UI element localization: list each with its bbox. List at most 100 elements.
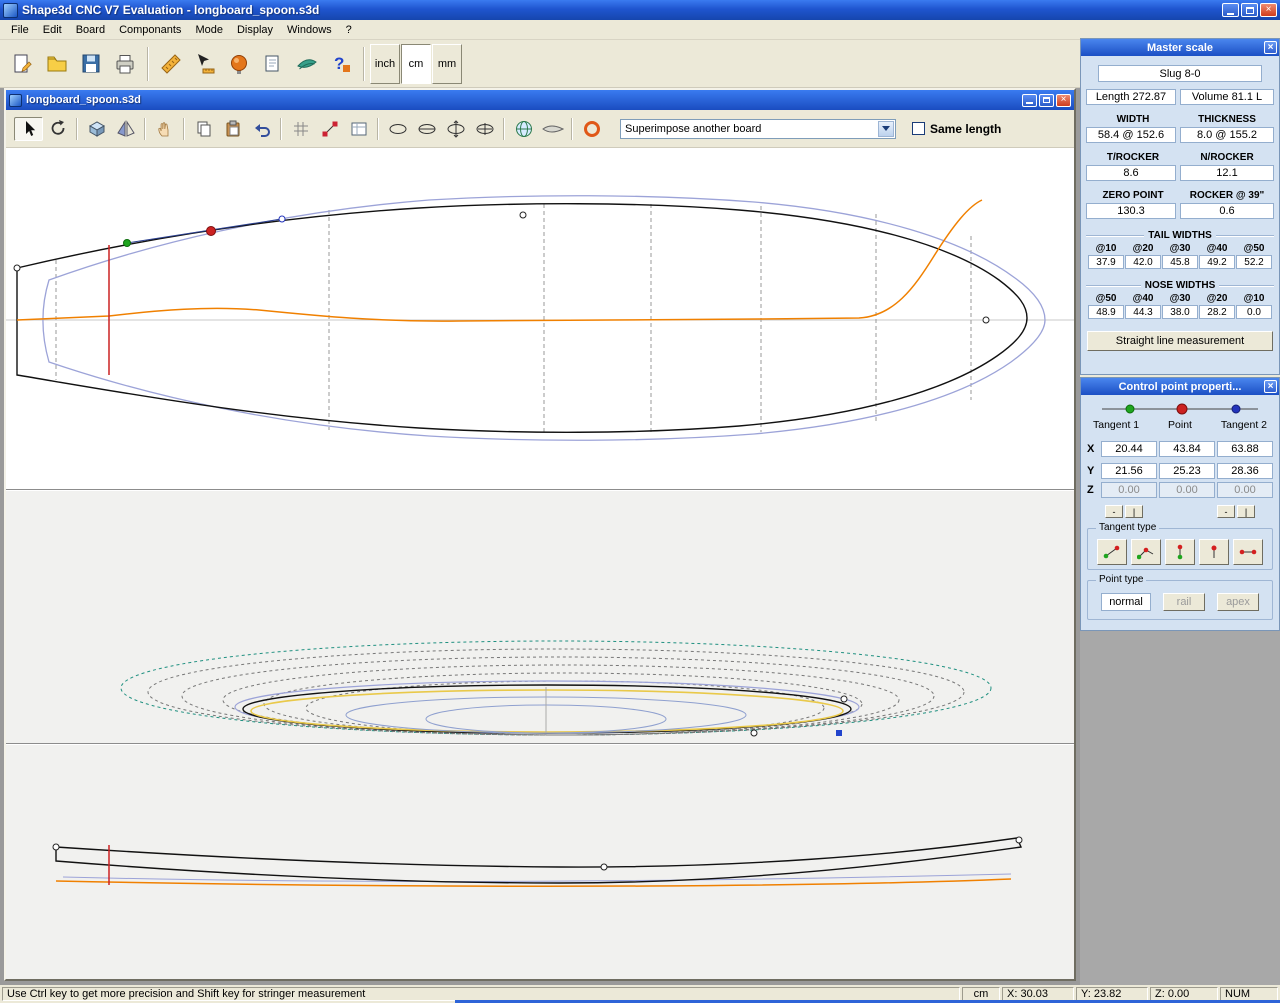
menu-board[interactable]: Board: [69, 22, 112, 38]
tail-width-cell[interactable]: 45.8: [1162, 255, 1198, 269]
pan-button[interactable]: [150, 117, 179, 141]
surface-button[interactable]: [290, 44, 324, 84]
combobox-dropdown-button[interactable]: [878, 121, 894, 137]
minimize-button[interactable]: [1222, 3, 1239, 17]
point-type-apex-button[interactable]: apex: [1217, 593, 1259, 611]
slice-control-point[interactable]: [751, 730, 757, 736]
title-bar[interactable]: Shape3d CNC V7 Evaluation - longboard_sp…: [0, 0, 1280, 20]
undo-button[interactable]: [247, 117, 276, 141]
master-scale-title-bar[interactable]: Master scale ×: [1081, 39, 1279, 56]
tangent1-handle[interactable]: [124, 240, 131, 247]
rotate-button[interactable]: [43, 117, 72, 141]
y-tangent2-field[interactable]: 28.36: [1217, 463, 1273, 479]
nose-width-cell[interactable]: 38.0: [1162, 305, 1198, 319]
profile-view[interactable]: [6, 745, 1074, 979]
profile-outline-curve[interactable]: [56, 838, 1021, 883]
guidelines-button[interactable]: [344, 117, 373, 141]
tangent1-minus-button[interactable]: -: [1105, 505, 1123, 518]
tangent-type-corner-button[interactable]: [1131, 539, 1161, 565]
menu-file[interactable]: File: [4, 22, 36, 38]
x-tangent2-field[interactable]: 63.88: [1217, 441, 1273, 457]
control-point-title-bar[interactable]: Control point properti... ×: [1081, 378, 1279, 395]
trocker-field[interactable]: 8.6: [1086, 165, 1176, 181]
control-point-close-button[interactable]: ×: [1264, 380, 1277, 393]
selected-control-point[interactable]: [207, 227, 216, 236]
profile-control-point[interactable]: [1016, 837, 1022, 843]
copy-view-button[interactable]: [256, 44, 290, 84]
close-button[interactable]: ×: [1260, 3, 1277, 17]
tail-width-cell[interactable]: 52.2: [1236, 255, 1272, 269]
selected-slice-point[interactable]: [836, 730, 842, 736]
paste-button[interactable]: [218, 117, 247, 141]
flip-button[interactable]: [111, 117, 140, 141]
tangent-type-vertical-button[interactable]: [1165, 539, 1195, 565]
menu-windows[interactable]: Windows: [280, 22, 339, 38]
nose-width-cell[interactable]: 0.0: [1236, 305, 1272, 319]
profile-view-canvas[interactable]: [6, 745, 1074, 979]
new-board-button[interactable]: [6, 44, 40, 84]
unit-mm-button[interactable]: mm: [432, 44, 462, 84]
maximize-button[interactable]: [1241, 3, 1258, 17]
control-point[interactable]: [14, 265, 20, 271]
slices-view-button[interactable]: [470, 117, 499, 141]
master-scale-close-button[interactable]: ×: [1264, 41, 1277, 54]
ruler-button[interactable]: [154, 44, 188, 84]
grid-button[interactable]: [286, 117, 315, 141]
nose-width-cell[interactable]: 28.2: [1199, 305, 1235, 319]
marker-button[interactable]: [577, 117, 606, 141]
thickness-view-button[interactable]: [441, 117, 470, 141]
tangent2-bar-button[interactable]: |: [1237, 505, 1255, 518]
nrocker-field[interactable]: 12.1: [1180, 165, 1274, 181]
tangent-type-horizontal-button[interactable]: [1233, 539, 1263, 565]
board-overview-button[interactable]: [538, 117, 567, 141]
tail-width-cell[interactable]: 37.9: [1088, 255, 1124, 269]
volume-field[interactable]: Volume 81.1 L: [1180, 89, 1274, 105]
y-point-field[interactable]: 25.23: [1159, 463, 1215, 479]
board-name-field[interactable]: Slug 8-0: [1098, 65, 1262, 82]
profile-control-point[interactable]: [53, 844, 59, 850]
nose-width-cell[interactable]: 48.9: [1088, 305, 1124, 319]
slice-button[interactable]: [315, 117, 344, 141]
outline-view[interactable]: [6, 148, 1074, 489]
profile-view-button[interactable]: [412, 117, 441, 141]
tangent1-bar-button[interactable]: |: [1125, 505, 1143, 518]
x-point-field[interactable]: 43.84: [1159, 441, 1215, 457]
point-type-normal[interactable]: normal: [1101, 593, 1151, 611]
point-type-rail-button[interactable]: rail: [1163, 593, 1205, 611]
nose-width-cell[interactable]: 44.3: [1125, 305, 1161, 319]
superimpose-combobox[interactable]: Superimpose another board: [620, 119, 896, 139]
x-tangent1-field[interactable]: 20.44: [1101, 441, 1157, 457]
rocker39-field[interactable]: 0.6: [1180, 203, 1274, 219]
menu-componants[interactable]: Componants: [112, 22, 188, 38]
unit-inch-button[interactable]: inch: [370, 44, 400, 84]
slice-control-point[interactable]: [841, 696, 847, 702]
open-button[interactable]: [40, 44, 74, 84]
tangent2-handle[interactable]: [279, 216, 285, 222]
tail-width-cell[interactable]: 49.2: [1199, 255, 1235, 269]
save-button[interactable]: [74, 44, 108, 84]
tangent-type-half-vertical-button[interactable]: [1199, 539, 1229, 565]
menu-help[interactable]: ?: [339, 22, 359, 38]
outline-view-button[interactable]: [383, 117, 412, 141]
view-3d-button[interactable]: [82, 117, 111, 141]
control-point[interactable]: [520, 212, 526, 218]
menu-display[interactable]: Display: [230, 22, 280, 38]
print-button[interactable]: [108, 44, 142, 84]
width-field[interactable]: 58.4 @ 152.6: [1086, 127, 1176, 143]
outline-view-canvas[interactable]: [6, 148, 1074, 489]
thickness-field[interactable]: 8.0 @ 155.2: [1180, 127, 1274, 143]
length-field[interactable]: Length 272.87: [1086, 89, 1176, 105]
measure-button[interactable]: [188, 44, 222, 84]
same-length-checkbox[interactable]: [912, 122, 925, 135]
menu-edit[interactable]: Edit: [36, 22, 69, 38]
control-point[interactable]: [983, 317, 989, 323]
straight-line-measurement-button[interactable]: Straight line measurement: [1087, 331, 1273, 351]
tail-width-cell[interactable]: 42.0: [1125, 255, 1161, 269]
select-button[interactable]: [14, 117, 43, 141]
doc-close-button[interactable]: ×: [1056, 94, 1071, 107]
profile-control-point[interactable]: [601, 864, 607, 870]
unit-cm-button[interactable]: cm: [401, 44, 431, 84]
copy-button[interactable]: [189, 117, 218, 141]
render-button[interactable]: [222, 44, 256, 84]
doc-restore-button[interactable]: [1039, 94, 1054, 107]
